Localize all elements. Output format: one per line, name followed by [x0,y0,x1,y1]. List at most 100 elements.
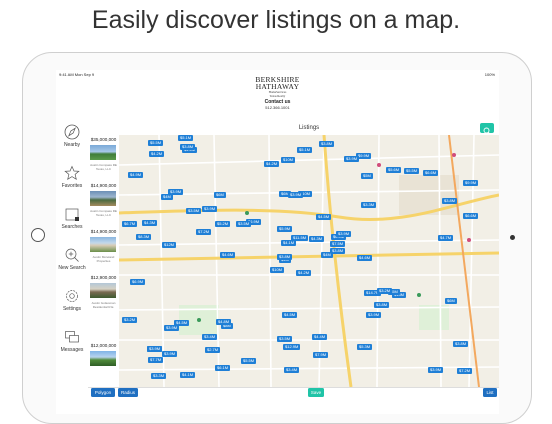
brand-line-4: Texas Realty [269,94,286,98]
list-item-company: Austin Compass RE Texas, LLC [90,163,117,171]
price-pin[interactable]: $7.7M [148,357,164,363]
contact-phone[interactable]: 512.366.1001 [56,105,499,110]
price-pin[interactable]: $6.6M [463,213,479,219]
price-pin[interactable]: $3.9M [147,346,163,352]
listings-title: Listings [298,125,320,131]
price-pin[interactable]: $5.5M [241,358,257,364]
nav-messages[interactable]: Messages [56,329,88,353]
nav-new-search[interactable]: New Search [56,247,88,271]
price-pin[interactable]: $5.2M [215,221,231,227]
listing-thumbnail[interactable] [90,237,116,252]
price-pin[interactable]: $5.5M [148,140,164,146]
nav-favorites[interactable]: Favorites [56,165,88,189]
price-pin[interactable]: $7.5M [330,241,346,247]
price-pin[interactable]: $3.5M [236,221,252,227]
list-button[interactable]: List [483,388,497,397]
price-pin[interactable]: $4.3M [142,220,158,226]
price-pin[interactable]: $7.2M [196,229,212,235]
price-pin[interactable]: $11.5M [291,235,309,241]
listing-thumbnail[interactable] [90,283,116,298]
listing-thumbnail[interactable] [90,351,116,366]
price-pin[interactable]: $5.1M [297,147,313,153]
price-pin[interactable]: $4.6M [220,252,236,258]
list-item-price[interactable]: $12,900,000 [88,275,119,280]
price-pin[interactable]: $4.3M [309,236,325,242]
nav-searches[interactable]: Searches [56,206,88,230]
price-pin[interactable]: $3.9M [202,206,218,212]
price-pin[interactable]: $3.5M [186,208,202,214]
nav-nearby[interactable]: Nearby [56,124,88,148]
price-pin[interactable]: $5.9M [277,226,293,232]
price-pin[interactable]: $4.9M [128,172,144,178]
price-pin[interactable]: $3.5M [277,336,293,342]
price-pin[interactable]: $6.7M [122,221,138,227]
price-pin[interactable]: $3.9M [162,351,178,357]
price-pin[interactable]: $3.9M [428,367,444,373]
price-pin[interactable]: $4.6M [357,255,373,261]
price-pin[interactable]: $10M [270,267,285,273]
price-pin[interactable]: $4.5M [282,312,298,318]
price-pin[interactable]: $3.9M [168,189,184,195]
map-view[interactable]: $4.2M$4M$4M$6.6M$6.5M$8M$9.9M$10M$5M$4M$… [119,135,499,387]
price-pin[interactable]: $3.8M [453,341,469,347]
list-item-price[interactable]: $14,900,000 [88,183,119,188]
nav-settings[interactable]: Settings [56,288,88,312]
price-pin[interactable]: $2.7M [205,347,221,353]
save-button[interactable]: Save [308,388,324,397]
listing-thumbnail[interactable] [90,145,116,160]
price-pin[interactable]: $3.8M [374,302,390,308]
list-item-price[interactable]: $35,000,000 [88,137,119,142]
home-button[interactable] [31,228,45,242]
price-pin[interactable]: $4.2M [296,270,312,276]
price-pin[interactable]: $12M [162,242,177,248]
price-pin[interactable]: $4.1M [281,240,297,246]
price-pin[interactable]: $4.5M [316,214,332,220]
price-pin[interactable]: $7.9M [313,352,329,358]
price-pin[interactable]: $4.4M [312,334,328,340]
listing-thumbnail[interactable] [90,191,116,206]
price-pin[interactable]: $4.2M [149,151,165,157]
price-pin[interactable]: $4.7M [438,235,454,241]
price-pin[interactable]: $3.8M [277,254,293,260]
price-pin[interactable]: $4.1M [180,372,196,378]
price-pin[interactable]: $6.6M [423,170,439,176]
price-pin[interactable]: $3.9M [344,156,360,162]
price-pin[interactable]: $3.8M [319,141,335,147]
price-pin[interactable]: $6.9M [130,279,146,285]
price-pin[interactable]: $7.2M [457,368,473,374]
price-pin[interactable]: $3.8M [442,198,458,204]
price-pin[interactable]: $3.2M [122,317,138,323]
price-pin[interactable]: $3.9M [336,231,352,237]
price-pin[interactable]: $4M [161,194,173,200]
price-pin[interactable]: $3.9M [164,325,180,331]
price-pin[interactable]: $3.8M [330,248,346,254]
price-pin[interactable]: $3.4M [202,334,218,340]
price-pin[interactable]: $6M [214,192,226,198]
list-item-price[interactable]: $12,000,000 [88,343,119,348]
price-pin[interactable]: $3.3M [361,202,377,208]
price-pin[interactable]: $6M [445,298,457,304]
price-pin[interactable]: $4.2M [264,161,280,167]
price-pin[interactable]: $3.9M [366,312,382,318]
price-pin[interactable]: $3.3M [151,373,167,379]
radius-button[interactable]: Radius [118,388,138,397]
price-pin[interactable]: $12.9M [283,344,301,350]
list-item-price[interactable]: $14,900,000 [88,229,119,234]
price-pin[interactable]: $5.6M [386,167,402,173]
price-pin[interactable]: $3.2M [377,288,393,294]
search-button[interactable] [480,123,494,135]
price-pin[interactable]: $8.3M [136,234,152,240]
price-pin[interactable]: $10M [281,157,296,163]
price-pin[interactable]: $9.9M [463,180,479,186]
price-pin[interactable]: $5.3M [357,344,373,350]
price-pin[interactable]: $3.9M [288,192,304,198]
price-pin[interactable]: $3.4M [284,367,300,373]
price-pin[interactable]: $3.8M [180,144,196,150]
polygon-button[interactable]: Polygon [91,388,115,397]
brand-header[interactable]: BERKSHIRE HATHAWAY HomeServices Texas Re… [56,76,499,110]
price-pin[interactable]: $6.1M [215,365,231,371]
price-pin[interactable]: $5.5M [404,168,420,174]
price-pin[interactable]: $4.8M [216,319,232,325]
price-pin[interactable]: $5M [361,173,373,179]
price-pin[interactable]: $5.1M [178,135,194,141]
